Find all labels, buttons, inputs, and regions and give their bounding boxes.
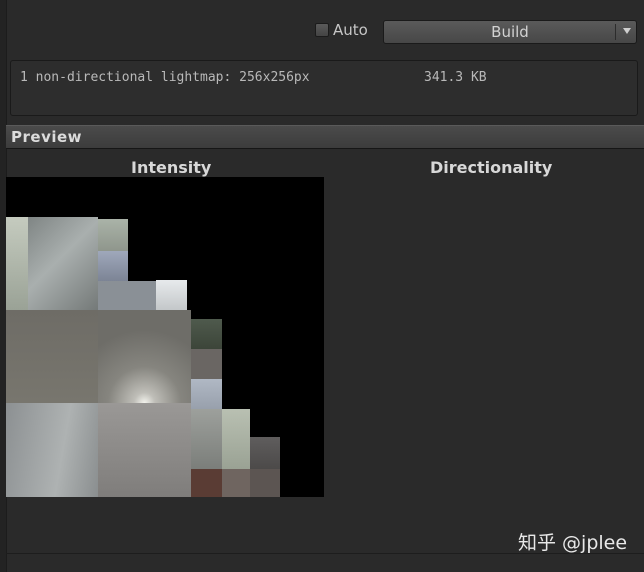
lightmap-chart — [222, 409, 250, 469]
lightmap-chart — [98, 219, 128, 251]
lightmap-chart — [250, 469, 280, 497]
lightmap-chart — [191, 319, 222, 349]
lightmap-chart — [156, 280, 187, 311]
intensity-lightmap-preview — [6, 177, 324, 497]
lightmap-chart — [6, 310, 98, 403]
lightmap-chart — [191, 469, 222, 497]
watermark-text: 知乎 @jplee — [518, 532, 628, 554]
lightmap-chart — [98, 310, 191, 403]
auto-checkbox[interactable] — [315, 23, 329, 37]
chevron-down-icon[interactable] — [623, 28, 631, 34]
lightmap-chart — [98, 251, 128, 281]
lightmap-info-box: 1 non-directional lightmap: 256x256px 34… — [10, 60, 638, 116]
lightmap-chart — [191, 349, 222, 379]
lightmap-chart — [98, 281, 156, 311]
intensity-label: Intensity — [131, 158, 212, 177]
lightmap-chart — [28, 217, 98, 310]
build-button[interactable]: Build — [383, 20, 637, 44]
preview-title: Preview — [11, 128, 83, 146]
auto-label: Auto — [333, 21, 368, 39]
lightmap-chart — [6, 217, 28, 310]
auto-toggle[interactable]: Auto — [315, 20, 368, 40]
lightmap-chart — [191, 379, 222, 409]
directionality-label: Directionality — [430, 158, 553, 177]
lightmap-chart — [191, 409, 222, 469]
preview-foldout-header[interactable]: Preview — [6, 125, 644, 149]
lightmap-description: 1 non-directional lightmap: 256x256px — [20, 70, 310, 85]
lightmap-chart — [250, 437, 280, 469]
lightmap-size: 341.3 KB — [424, 70, 487, 85]
lightmap-chart — [6, 403, 98, 497]
lightmap-chart — [222, 469, 250, 497]
build-dropdown-separator — [615, 24, 616, 40]
lightmap-chart — [98, 403, 191, 497]
build-label: Build — [491, 23, 529, 41]
